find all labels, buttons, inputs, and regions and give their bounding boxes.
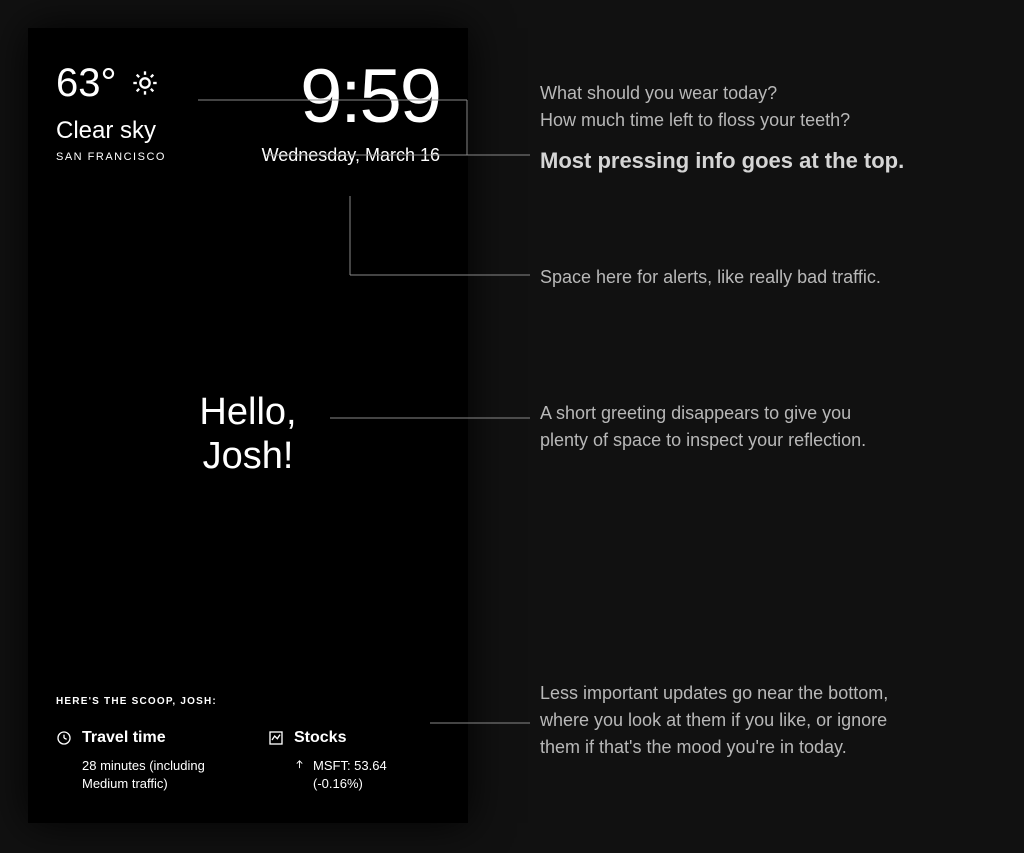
smart-mirror-panel: 63° Clear sky SAN FRANCISCO 9:59 Wednesd… (28, 28, 468, 823)
annotation-bottom-line1: Less important updates go near the botto… (540, 680, 1000, 707)
annotation-top: What should you wear today? How much tim… (540, 80, 980, 177)
greeting-line-2: Josh! (56, 435, 440, 479)
stocks-widget: Stocks MSFT: 53.64 (-0.16%) (268, 729, 440, 793)
chart-icon (268, 730, 284, 746)
annotation-top-line2: How much time left to floss your teeth? (540, 107, 980, 134)
clock-date: Wednesday, March 16 (176, 145, 440, 166)
stocks-detail: MSFT: 53.64 (-0.16%) (313, 757, 440, 793)
annotation-bottom-line2: where you look at them if you like, or i… (540, 707, 1000, 734)
top-row: 63° Clear sky SAN FRANCISCO 9:59 Wednesd… (56, 63, 440, 166)
annotation-greeting: A short greeting disappears to give you … (540, 400, 980, 454)
annotation-top-line1: What should you wear today? (540, 80, 980, 107)
temperature-value: 63° (56, 63, 117, 103)
scoop-label: HERE'S THE SCOOP, JOSH: (56, 696, 440, 707)
temperature-row: 63° (56, 63, 166, 103)
clock-block: 9:59 Wednesday, March 16 (176, 63, 440, 166)
greeting-block: Hello, Josh! (56, 391, 440, 478)
clock-time: 9:59 (176, 63, 440, 131)
stocks-widget-title: Stocks (294, 729, 346, 747)
annotation-bottom: Less important updates go near the botto… (540, 680, 1000, 761)
weather-condition: Clear sky (56, 117, 166, 145)
clock-icon (56, 730, 72, 746)
travel-widget-title: Travel time (82, 729, 166, 747)
travel-detail: 28 minutes (including Medium traffic) (82, 757, 228, 793)
stocks-widget-header: Stocks (268, 729, 440, 747)
annotation-alerts-text: Space here for alerts, like really bad t… (540, 264, 980, 291)
weather-location: SAN FRANCISCO (56, 151, 166, 163)
travel-widget: Travel time 28 minutes (including Medium… (56, 729, 228, 793)
widgets-row: Travel time 28 minutes (including Medium… (56, 729, 440, 793)
annotation-greeting-line1: A short greeting disappears to give you (540, 400, 980, 427)
travel-widget-header: Travel time (56, 729, 228, 747)
sun-icon (131, 69, 159, 97)
annotation-greeting-line2: plenty of space to inspect your reflecti… (540, 427, 980, 454)
travel-widget-body: 28 minutes (including Medium traffic) (82, 757, 228, 793)
annotation-bottom-line3: them if that's the mood you're in today. (540, 734, 1000, 761)
arrow-up-icon (294, 759, 305, 770)
bottom-block: HERE'S THE SCOOP, JOSH: Travel time 28 m… (56, 696, 440, 793)
greeting-line-1: Hello, (56, 391, 440, 435)
annotation-top-bold: Most pressing info goes at the top. (540, 144, 980, 177)
weather-block: 63° Clear sky SAN FRANCISCO (56, 63, 166, 163)
stocks-widget-body: MSFT: 53.64 (-0.16%) (294, 757, 440, 793)
annotation-alerts: Space here for alerts, like really bad t… (540, 264, 980, 291)
